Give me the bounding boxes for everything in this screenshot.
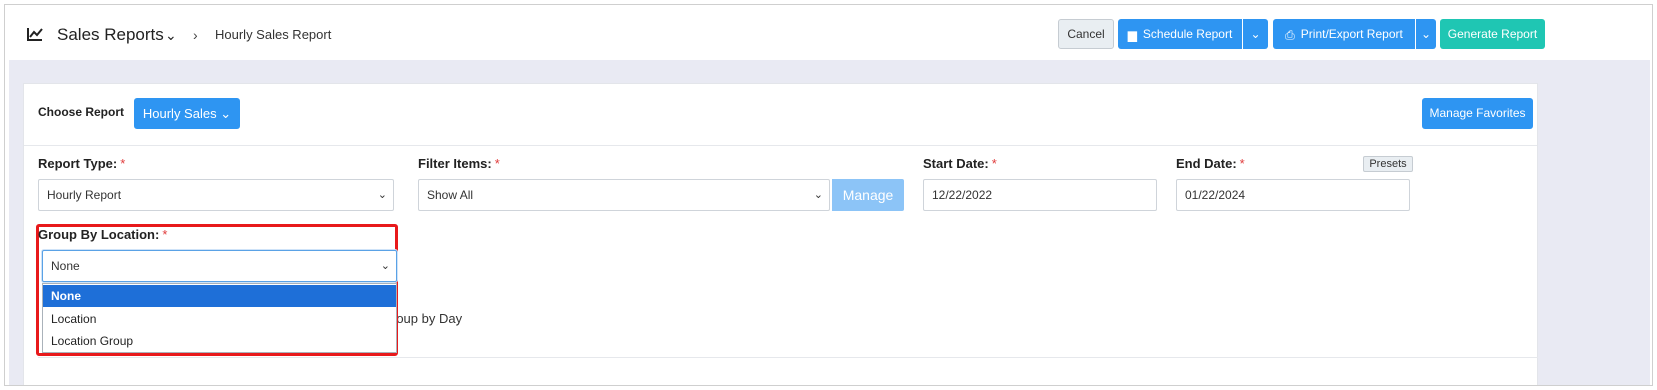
group-by-day-option[interactable]: roup by Day: [392, 311, 462, 326]
page-header: Sales Reports ⌄ › Hourly Sales Report Ca…: [5, 5, 1652, 63]
schedule-report-dropdown-button[interactable]: ⌄: [1243, 19, 1268, 49]
schedule-report-label: Schedule Report: [1142, 27, 1233, 41]
section-divider: [38, 357, 1538, 377]
chevron-down-icon: ⌄: [813, 189, 823, 201]
cancel-button[interactable]: Cancel: [1058, 19, 1114, 49]
required-marker: *: [162, 227, 168, 242]
required-marker: *: [120, 156, 126, 171]
required-marker: *: [991, 156, 997, 171]
breadcrumb-separator-icon: ›: [193, 27, 198, 43]
chevron-down-icon: ⌄: [1420, 27, 1432, 41]
breadcrumb: Hourly Sales Report: [215, 27, 332, 42]
chevron-down-icon: ⌄: [220, 106, 232, 121]
end-date-label-text: End Date:: [1176, 156, 1237, 171]
report-type-select[interactable]: Hourly Report ⌄: [38, 179, 394, 211]
chevron-down-icon: ⌄: [377, 189, 387, 201]
report-type-value: Hourly Report: [47, 188, 122, 202]
report-panel: Choose Report Hourly Sales ⌄ Manage Favo…: [23, 83, 1538, 385]
start-date-label: Start Date: *: [923, 156, 997, 171]
chevron-down-icon: ⌄: [380, 260, 390, 272]
filter-items-value: Show All: [427, 188, 474, 202]
option-location-group[interactable]: Location Group: [43, 330, 396, 352]
print-export-button[interactable]: ⎙ Print/Export Report: [1273, 19, 1415, 49]
manage-favorites-button[interactable]: Manage Favorites: [1422, 98, 1533, 129]
chevron-down-icon[interactable]: ⌄: [165, 27, 177, 44]
option-none[interactable]: None: [43, 285, 396, 307]
end-date-label: End Date: *: [1176, 156, 1245, 171]
group-by-location-value: None: [51, 259, 80, 273]
calendar-icon: ▆: [1127, 27, 1137, 42]
filter-items-label-text: Filter Items:: [418, 156, 492, 171]
option-location[interactable]: Location: [43, 308, 396, 330]
report-type-label: Report Type: *: [38, 156, 125, 171]
generate-report-button[interactable]: Generate Report: [1440, 19, 1545, 49]
choose-report-dropdown[interactable]: Hourly Sales ⌄: [134, 98, 240, 129]
required-marker: *: [494, 156, 500, 171]
group-by-location-label-text: Group By Location:: [38, 227, 160, 242]
group-by-location-options: None Location Location Group: [42, 283, 397, 353]
print-export-label: Print/Export Report: [1300, 27, 1403, 41]
chart-line-icon: [27, 28, 43, 41]
page-title[interactable]: Sales Reports: [57, 25, 164, 45]
start-date-input[interactable]: 12/22/2022: [923, 179, 1157, 211]
filter-items-label: Filter Items: *: [418, 156, 500, 171]
choose-report-bar: Choose Report Hourly Sales ⌄ Manage Favo…: [24, 84, 1537, 146]
required-marker: *: [1239, 156, 1245, 171]
group-by-location-label: Group By Location: *: [38, 227, 167, 242]
start-date-label-text: Start Date:: [923, 156, 989, 171]
manage-filter-button[interactable]: Manage: [832, 179, 904, 211]
choose-report-value: Hourly Sales: [142, 106, 217, 121]
presets-button[interactable]: Presets: [1363, 156, 1413, 172]
choose-report-label: Choose Report: [38, 105, 125, 119]
schedule-report-button[interactable]: ▆ Schedule Report: [1118, 19, 1242, 49]
app-frame: Sales Reports ⌄ › Hourly Sales Report Ca…: [4, 4, 1653, 386]
printer-icon: ⎙: [1285, 27, 1295, 42]
report-type-label-text: Report Type:: [38, 156, 118, 171]
filter-items-select[interactable]: Show All ⌄: [418, 179, 830, 211]
print-export-dropdown-button[interactable]: ⌄: [1416, 19, 1436, 49]
group-by-location-select[interactable]: None ⌄: [42, 250, 397, 282]
end-date-input[interactable]: 01/22/2024: [1176, 179, 1410, 211]
chevron-down-icon: ⌄: [1250, 27, 1261, 41]
